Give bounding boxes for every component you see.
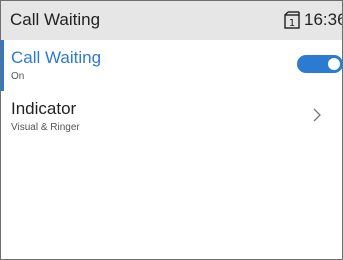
menu-item-label: Call Waiting: [11, 48, 102, 67]
selection-indicator: [1, 40, 4, 91]
header-bar: Call Waiting 1 16:36: [1, 1, 342, 40]
menu-item-sublabel: Visual & Ringer: [11, 122, 80, 133]
menu-item-indicator[interactable]: Indicator Visual & Ringer: [1, 91, 342, 143]
clock-time: 16:36: [304, 10, 343, 29]
call-waiting-toggle[interactable]: [297, 55, 342, 73]
chevron-right-icon: [313, 108, 321, 122]
menu-item-label: Indicator: [11, 99, 77, 118]
menu-item-sublabel: On: [11, 71, 25, 82]
page-title: Call Waiting: [10, 10, 101, 29]
status-area: 1 16:36: [284, 10, 343, 30]
phone-line-icon: 1: [284, 11, 300, 29]
svg-text:1: 1: [289, 18, 295, 29]
phone-screen: Call Waiting 1 16:36 Call Waiting On Ind…: [0, 0, 343, 260]
menu-item-call-waiting[interactable]: Call Waiting On: [1, 40, 342, 91]
toggle-knob: [328, 58, 340, 70]
